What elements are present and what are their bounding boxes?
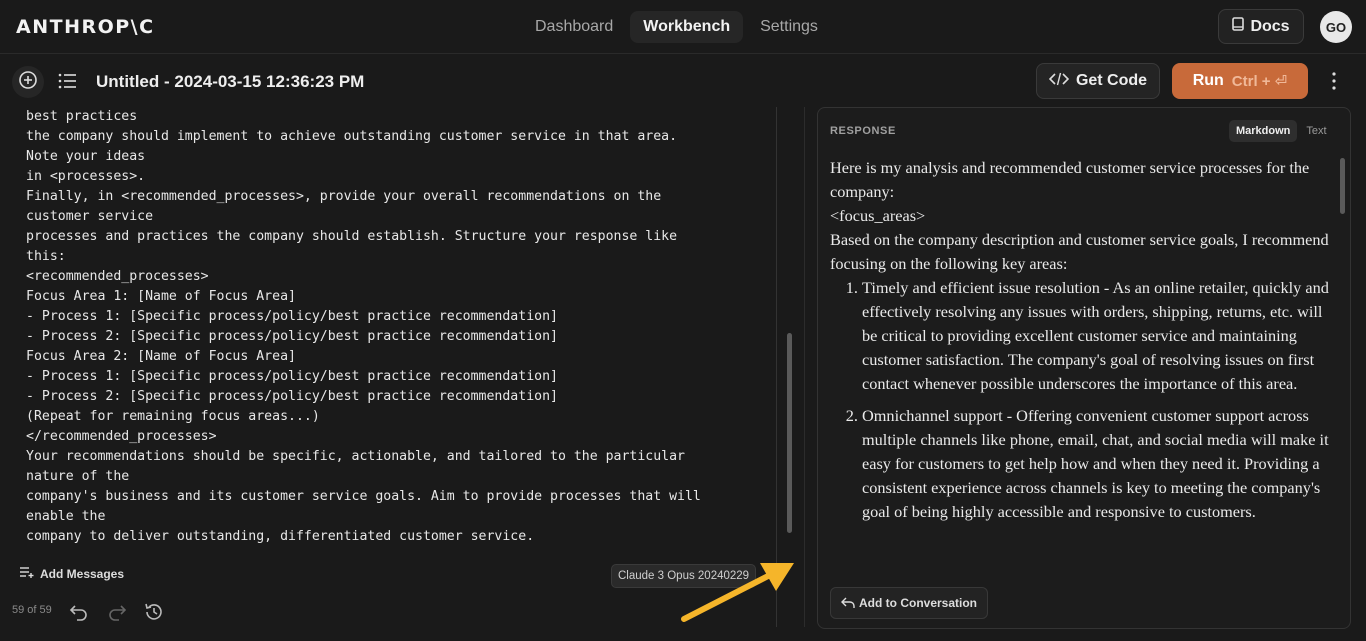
workbench-toolbar: Untitled - 2024-03-15 12:36:23 PM Get Co…	[0, 55, 1366, 107]
tab-dashboard[interactable]: Dashboard	[522, 11, 626, 43]
list-item: Timely and efficient issue resolution - …	[862, 276, 1330, 396]
docs-button[interactable]: Docs	[1218, 9, 1304, 44]
book-icon	[1232, 17, 1245, 36]
run-label: Run	[1192, 72, 1224, 89]
response-panel: RESPONSE Markdown Text Here is my analys…	[817, 107, 1351, 629]
response-intro: Here is my analysis and recommended cust…	[830, 158, 1310, 201]
annotation-arrow-icon	[681, 563, 794, 622]
run-shortcut: Ctrl + ⏎	[1231, 73, 1288, 90]
get-code-label: Get Code	[1075, 72, 1148, 89]
add-to-conversation-button[interactable]: Add to Conversation	[830, 587, 989, 619]
divider	[776, 107, 777, 627]
add-messages-label: Add Messages	[40, 566, 125, 581]
get-code-button[interactable]: Get Code	[1036, 63, 1160, 99]
response-list: Timely and efficient issue resolution - …	[830, 276, 1330, 524]
top-nav: ANTHROP\C Dashboard Workbench Settings D…	[0, 0, 1366, 54]
reply-arrow-icon	[841, 596, 855, 611]
history-icon[interactable]	[143, 601, 165, 623]
tab-markdown[interactable]: Markdown	[1229, 120, 1298, 142]
response-format-tabs: Markdown Text	[1229, 120, 1334, 142]
add-messages-button[interactable]: Add Messages	[20, 566, 124, 581]
response-scrollbar[interactable]	[1340, 158, 1345, 214]
version-counter: 59 of 59	[12, 604, 52, 616]
list-item: Omnichannel support - Offering convenien…	[862, 404, 1330, 524]
response-tag: <focus_areas>	[830, 206, 926, 225]
add-to-conversation-label: Add to Conversation	[859, 596, 978, 610]
undo-icon[interactable]	[68, 601, 90, 623]
tab-text[interactable]: Text	[1299, 120, 1333, 142]
prompt-title[interactable]: Untitled - 2024-03-15 12:36:23 PM	[96, 72, 364, 92]
response-content: Here is my analysis and recommended cust…	[830, 156, 1330, 568]
new-prompt-button[interactable]	[12, 66, 44, 98]
code-icon	[1048, 72, 1070, 91]
prompt-scrollbar[interactable]	[787, 333, 792, 533]
add-list-icon	[20, 566, 34, 581]
avatar[interactable]: GO	[1320, 11, 1352, 43]
tab-workbench[interactable]: Workbench	[630, 11, 744, 43]
response-lead: Based on the company description and cus…	[830, 230, 1329, 273]
response-label: RESPONSE	[830, 125, 896, 137]
panel-divider	[804, 107, 805, 627]
prompt-editor[interactable]: best practices the company should implem…	[26, 107, 772, 547]
anthropic-logo[interactable]: ANTHROP\C	[16, 16, 155, 38]
tab-settings[interactable]: Settings	[747, 11, 831, 43]
prompt-panel: best practices the company should implem…	[0, 107, 800, 641]
redo-icon[interactable]	[106, 601, 128, 623]
nav-tabs: Dashboard Workbench Settings	[522, 11, 831, 43]
more-options-icon[interactable]	[1322, 69, 1346, 93]
docs-label: Docs	[1250, 17, 1290, 35]
prompt-list-icon[interactable]	[56, 69, 80, 93]
plus-circle-icon	[18, 70, 38, 95]
run-button[interactable]: Run Ctrl + ⏎	[1172, 63, 1308, 99]
